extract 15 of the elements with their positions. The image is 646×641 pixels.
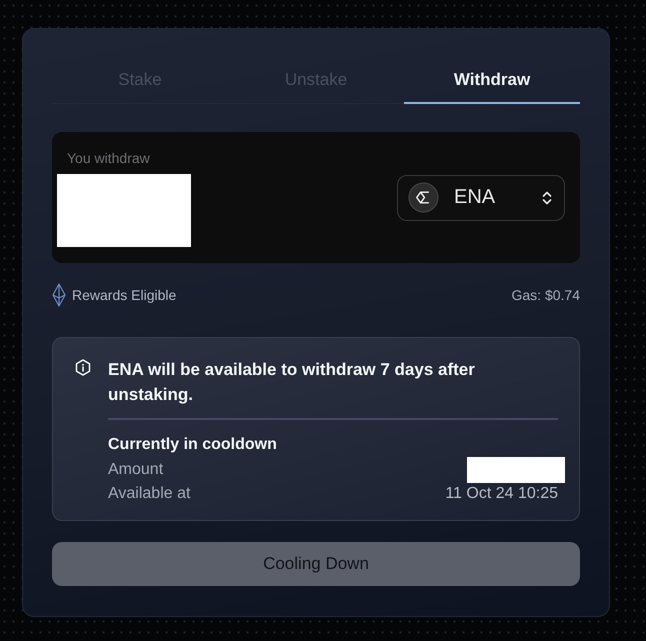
cooldown-title: Currently in cooldown	[108, 435, 278, 456]
gas-fee: Gas: $0.74	[512, 287, 580, 304]
diamond-icon	[52, 283, 66, 308]
row-label: Amount	[108, 460, 164, 479]
amount-input-field[interactable]: You withdraw ENA	[52, 132, 580, 264]
input-label: You withdraw	[67, 150, 151, 166]
rewards-label: Rewards Eligible	[72, 287, 176, 304]
tab[interactable]: Withdraw	[404, 59, 580, 104]
row-value: 11 Oct 24 10:25	[445, 485, 558, 504]
info-icon	[75, 359, 91, 378]
token-icon	[408, 182, 439, 214]
notice-message: ENA will be available to withdraw 7 days after unstaking.	[108, 359, 476, 406]
token-selector[interactable]: ENA	[397, 174, 565, 221]
chevron-up-down-icon	[542, 190, 552, 206]
row-label: Available at	[108, 485, 190, 504]
